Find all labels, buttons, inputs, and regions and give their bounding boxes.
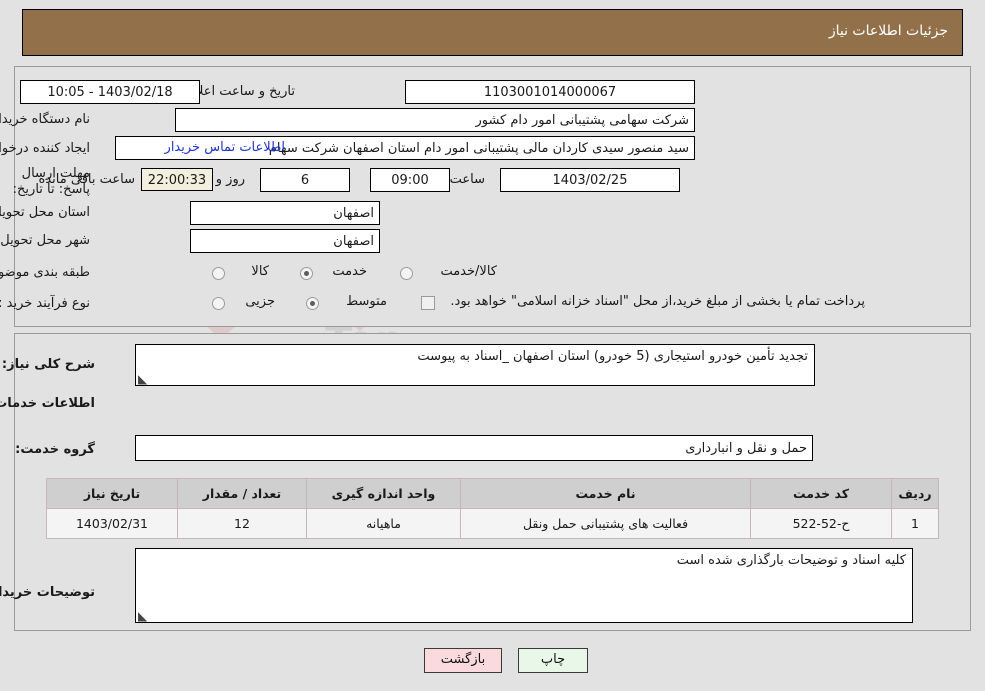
th-quantity: تعداد / مقدار xyxy=(177,478,307,509)
need-summary-textarea[interactable]: تجدید تأمین خودرو استیجاری (5 خودرو) است… xyxy=(135,344,815,386)
th-name: نام خدمت xyxy=(460,478,751,509)
th-unit: واحد اندازه گیری xyxy=(306,478,461,509)
need-info-panel xyxy=(14,66,971,327)
remaining-time-value: 22:00:33 xyxy=(141,168,213,191)
requester-label: ایجاد کننده درخواست: xyxy=(0,141,90,156)
radio-category-kala-label: کالا xyxy=(251,264,269,279)
resize-grip-icon-2[interactable]: ◢ xyxy=(138,609,150,622)
remaining-days-label: روز و xyxy=(215,172,245,187)
cell-unit: ماهیانه xyxy=(306,508,461,539)
radio-category-kala-khedmat[interactable] xyxy=(400,267,413,280)
buyer-notes-value: کلیه اسناد و توضیحات بارگذاری شده است xyxy=(676,553,906,568)
need-summary-value: تجدید تأمین خودرو استیجاری (5 خودرو) است… xyxy=(417,349,808,364)
services-section-title: اطلاعات خدمات مورد نیاز xyxy=(0,396,95,411)
radio-process-jozee-label: جزیی xyxy=(245,294,275,309)
remaining-days-value: 6 xyxy=(260,168,350,192)
treasury-checkbox-label: پرداخت تمام یا بخشی از مبلغ خرید،از محل … xyxy=(450,294,865,309)
th-need-date: تاریخ نیاز xyxy=(46,478,178,509)
radio-process-motavaset[interactable] xyxy=(306,297,319,310)
buyer-notes-textarea[interactable]: کلیه اسناد و توضیحات بارگذاری شده است ◢ xyxy=(135,548,913,623)
page-root: AriaTender.net Top جزئیات اطلاعات نیاز ش… xyxy=(0,0,985,691)
table-row: 1 ح-52-522 فعالیت های پشتیبانی حمل ونقل … xyxy=(46,508,939,539)
province-label: استان محل تحویل: xyxy=(0,205,90,220)
remaining-time-label: ساعت باقی مانده xyxy=(38,172,135,187)
th-code: کد خدمت xyxy=(750,478,892,509)
print-button[interactable]: چاپ xyxy=(518,648,588,673)
cell-need-date: 1403/02/31 xyxy=(46,508,178,539)
cell-name: فعالیت های پشتیبانی حمل ونقل xyxy=(460,508,751,539)
th-row: ردیف xyxy=(891,478,939,509)
buyer-org-label: نام دستگاه خریدار: xyxy=(0,112,90,127)
city-value: اصفهان xyxy=(190,229,380,253)
province-value: اصفهان xyxy=(190,201,380,225)
announce-datetime-value: 1403/02/18 - 10:05 xyxy=(20,80,200,104)
treasury-checkbox[interactable] xyxy=(421,296,435,310)
city-label: شهر محل تحویل: xyxy=(0,233,90,248)
cell-quantity: 12 xyxy=(177,508,307,539)
header-bar: جزئیات اطلاعات نیاز xyxy=(22,9,963,56)
deadline-time-value: 09:00 xyxy=(370,168,450,192)
back-button[interactable]: بازگشت xyxy=(424,648,502,673)
cell-row: 1 xyxy=(891,508,939,539)
need-number-value: 1103001014000067 xyxy=(405,80,695,104)
category-label: طبقه بندی موضوعی: xyxy=(0,265,90,280)
radio-category-kala-khedmat-label: کالا/خدمت xyxy=(440,264,497,279)
radio-category-kala[interactable] xyxy=(212,267,225,280)
cell-code: ح-52-522 xyxy=(750,508,892,539)
service-group-label: گروه خدمت: xyxy=(15,442,95,457)
service-group-value: حمل و نقل و انبارداری xyxy=(135,435,813,461)
table-header-row: ردیف کد خدمت نام خدمت واحد اندازه گیری ت… xyxy=(46,478,939,509)
radio-category-khedmat-label: خدمت xyxy=(332,264,367,279)
process-label: نوع فرآیند خرید : xyxy=(0,296,90,311)
deadline-hour-label: ساعت xyxy=(449,172,485,187)
radio-process-jozee[interactable] xyxy=(212,297,225,310)
resize-grip-icon[interactable]: ◢ xyxy=(138,372,150,385)
services-table: ردیف کد خدمت نام خدمت واحد اندازه گیری ت… xyxy=(46,478,939,539)
need-summary-label: شرح کلی نیاز: xyxy=(1,357,95,372)
buyer-org-value: شرکت سهامی پشتیبانی امور دام کشور xyxy=(175,108,695,132)
deadline-date-value: 1403/02/25 xyxy=(500,168,680,192)
buyer-notes-label: توضیحات خریدار: xyxy=(0,585,95,600)
radio-process-motavaset-label: متوسط xyxy=(346,294,387,309)
radio-category-khedmat[interactable] xyxy=(300,267,313,280)
page-title: جزئیات اطلاعات نیاز xyxy=(828,23,948,39)
buyer-contact-link[interactable]: اطلاعات تماس خریدار xyxy=(165,140,285,155)
